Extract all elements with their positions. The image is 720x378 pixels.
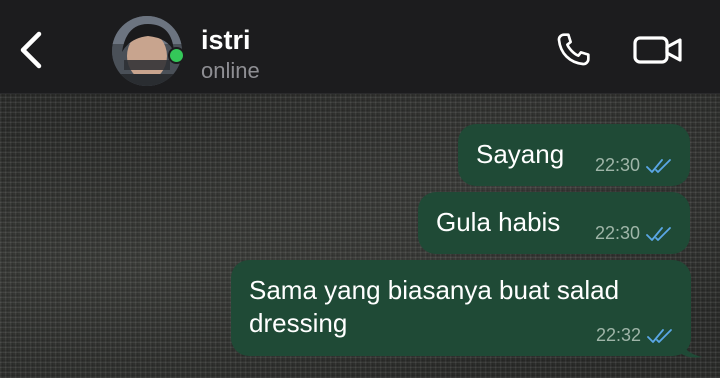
message-time: 22:30 xyxy=(594,223,640,243)
message-meta: 22:32 xyxy=(596,325,675,346)
double-check-icon xyxy=(647,328,672,343)
video-camera-icon xyxy=(633,36,682,64)
message-bubble[interactable]: Sama yang biasanya buat salad dressing 2… xyxy=(231,260,691,356)
message-bubble[interactable]: Gula habis 22:30 xyxy=(418,192,690,254)
contact-status: online xyxy=(201,58,260,83)
chat-screen: istri online Sayang 22:30 Gula habis 22:… xyxy=(0,0,720,378)
message-bubble[interactable]: Sayang 22:30 xyxy=(458,124,690,186)
phone-icon xyxy=(557,33,590,66)
bubble-tail xyxy=(680,339,702,358)
message-meta: 22:30 xyxy=(595,223,674,244)
message-time: 22:30 xyxy=(594,155,640,175)
voice-call-button[interactable] xyxy=(550,28,596,72)
video-call-button[interactable] xyxy=(628,28,688,72)
message-meta: 22:30 xyxy=(595,155,674,176)
contact-name[interactable]: istri xyxy=(201,24,251,56)
double-check-icon xyxy=(646,226,671,241)
message-time: 22:32 xyxy=(595,325,641,345)
chevron-left-icon xyxy=(20,31,42,69)
double-check-icon xyxy=(646,158,671,173)
message-list[interactable]: Sayang 22:30 Gula habis 22:30 Sama yang … xyxy=(0,94,720,378)
online-status-dot xyxy=(168,47,185,64)
back-button[interactable] xyxy=(10,28,50,72)
chat-header: istri online xyxy=(0,0,720,94)
